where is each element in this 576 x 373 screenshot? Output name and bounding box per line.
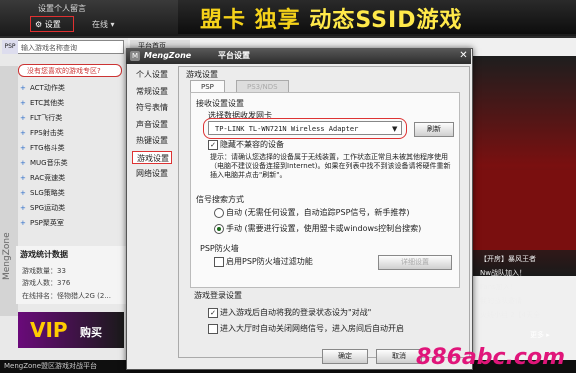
auto-battle-status-checkbox[interactable]: ✓: [208, 308, 218, 318]
online-label: 在线: [92, 20, 108, 29]
category-label: MUG音乐类: [30, 159, 68, 167]
nav-item[interactable]: 网络设置: [136, 167, 168, 180]
category-item[interactable]: + PSP聚英室: [20, 217, 64, 229]
close-icon[interactable]: ✕: [458, 50, 469, 61]
vip-text: VIP: [30, 318, 68, 342]
right-ad-red: [470, 170, 576, 250]
expand-icon: +: [20, 129, 26, 137]
category-label: ETC其他类: [30, 99, 65, 107]
expand-icon: +: [20, 189, 26, 197]
personal-message[interactable]: 设置个人留言: [38, 3, 86, 14]
category-item[interactable]: + SPG运动类: [20, 202, 65, 214]
category-item[interactable]: + FLT飞行类: [20, 112, 62, 124]
watermark: 886abc.com: [416, 345, 565, 370]
stat-game-count: 游戏数量：33: [22, 267, 66, 275]
news-item[interactable]: Fans加入!: [480, 282, 513, 292]
nav-item[interactable]: 个人设置: [136, 68, 168, 81]
news-item[interactable]: 我的战队邀请: [480, 296, 522, 306]
expand-icon: +: [20, 219, 26, 227]
auto-battle-status-label: 进入游戏后自动将我的登录状态设为"对战": [220, 308, 372, 317]
nav-item[interactable]: 常规设置: [136, 85, 168, 98]
category-item[interactable]: + MUG音乐类: [20, 157, 68, 169]
manual-label: 手动 (需要进行设置，使用盟卡或windows控制台搜索): [226, 224, 422, 233]
category-label: SPG运动类: [30, 204, 66, 212]
online-status-dropdown[interactable]: 在线 ▾: [92, 19, 115, 30]
expand-icon: +: [20, 174, 26, 182]
nav-item[interactable]: 热键设置: [136, 134, 168, 147]
section-title: 游戏设置: [186, 70, 218, 79]
expand-icon: +: [20, 84, 26, 92]
hide-incompatible-checkbox[interactable]: ✓: [208, 140, 218, 150]
login-settings-title: 游戏登录设置: [194, 291, 242, 300]
category-item[interactable]: + FPS射击类: [20, 127, 64, 139]
category-label: FTG格斗类: [30, 144, 65, 152]
expand-icon: +: [20, 159, 26, 167]
gear-icon: ⚙: [35, 20, 43, 29]
refresh-button[interactable]: 刷新: [414, 122, 454, 137]
category-label: FLT飞行类: [30, 114, 63, 122]
more-link[interactable]: 更多 ▸: [530, 330, 550, 340]
stats-title: 游戏统计数据: [20, 250, 68, 259]
nav-item[interactable]: 声音设置: [136, 118, 168, 131]
platform-tag[interactable]: PSP: [2, 40, 18, 54]
nav-item[interactable]: 游戏设置: [132, 150, 172, 164]
dialog-title: 平台设置: [218, 51, 250, 60]
category-label: PSP聚英室: [30, 219, 64, 227]
firewall-label: 启用PSP防火墙过滤功能: [226, 257, 313, 266]
vip-buy-label: 购买: [80, 326, 102, 339]
game-search-input[interactable]: 输入游戏名称查询: [2, 40, 124, 54]
auto-signal-checkbox[interactable]: [208, 324, 218, 334]
auto-label: 自动 (无需任何设置，自动追踪PSP信号，新手推荐): [226, 208, 410, 217]
stat-player-count: 游戏人数：376: [22, 279, 71, 287]
stat-ranking: 在线排名：怪物猎人2G (2...: [22, 292, 111, 300]
category-label: ACT动作类: [30, 84, 65, 92]
auto-signal-label: 进入大厅时自动关闭网络信号，进入房间后自动开启: [220, 324, 404, 333]
settings-label: 设置: [44, 20, 61, 29]
firewall-title: PSP防火墙: [200, 244, 239, 253]
dialog-titlebar[interactable]: MengZone 平台设置: [126, 48, 471, 64]
category-label: FPS射击类: [30, 129, 64, 137]
mengzone-icon: M: [130, 51, 140, 61]
category-item[interactable]: + ETC其他类: [20, 97, 64, 109]
category-item[interactable]: + SLG策略类: [20, 187, 65, 199]
nic-select[interactable]: TP-LINK TL-WN721N Wireless Adapter: [208, 121, 402, 135]
banner-text: 盟卡 独享 动态SSID游戏: [200, 2, 462, 34]
expand-icon: +: [20, 204, 26, 212]
nav-item[interactable]: 符号表情: [136, 101, 168, 114]
news-item[interactable]: Nw战队加入！: [480, 268, 526, 278]
category-label: RAC竞速类: [30, 174, 66, 182]
manual-radio[interactable]: [214, 224, 224, 234]
firewall-checkbox[interactable]: [214, 257, 224, 267]
expand-icon: +: [20, 144, 26, 152]
search-mode-title: 信号搜索方式: [196, 195, 244, 204]
settings-button[interactable]: ⚙ 设置: [30, 16, 74, 32]
user-area: [0, 0, 178, 36]
detail-settings-button[interactable]: 详细设置: [378, 255, 452, 270]
news-item[interactable]: 火线小组 2【4天全: [480, 310, 540, 320]
dialog-logo: MengZone: [144, 51, 192, 60]
side-brand: MengZone: [2, 232, 12, 280]
ok-button[interactable]: 确定: [322, 349, 368, 364]
chevron-down-icon: ▼: [392, 125, 398, 133]
hide-incompatible-label: 隐藏不兼容的设备: [220, 140, 284, 149]
banner-part1: 盟卡 独享: [200, 8, 310, 33]
auto-radio[interactable]: [214, 208, 224, 218]
news-item[interactable]: 【开房】暴风王者: [480, 254, 536, 264]
request-zone-link[interactable]: 没有您喜欢的游戏专区?: [18, 64, 122, 77]
category-item[interactable]: + ACT动作类: [20, 82, 65, 94]
banner-part2: 动态SSID游戏: [309, 8, 463, 33]
expand-icon: +: [20, 99, 26, 107]
expand-icon: +: [20, 114, 26, 122]
category-label: SLG策略类: [30, 189, 65, 197]
hint-text: 提示：请确认您选择的设备属于无线装置，工作状态正常且未被其他程序使用（电脑不建议…: [210, 153, 451, 179]
category-item[interactable]: + RAC竞速类: [20, 172, 65, 184]
receive-settings-title: 接收设置设置: [196, 99, 244, 108]
category-item[interactable]: + FTG格斗类: [20, 142, 65, 154]
